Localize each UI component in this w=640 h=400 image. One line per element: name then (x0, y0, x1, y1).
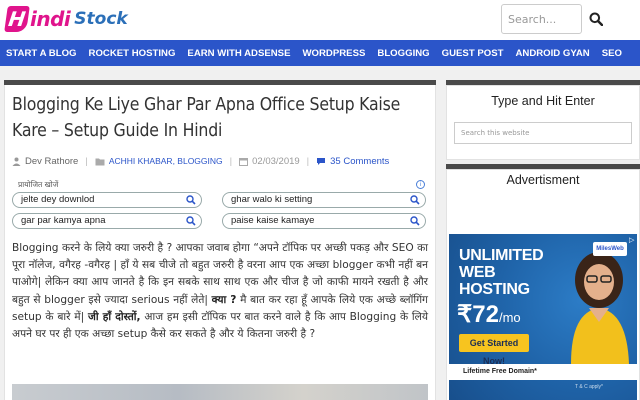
ad-brand-logo: MilesWeb (593, 242, 627, 256)
related-search-text: gar par kamya apna (21, 215, 106, 226)
logo-hindi-text: indi (30, 7, 71, 31)
related-search-text: ghar walo ki setting (231, 194, 313, 205)
related-search-text: paise kaise kamaye (231, 215, 315, 226)
ad-headline-line2: WEB (459, 264, 496, 281)
sidebar-ad-title: Advertisment (506, 173, 580, 187)
article-question: क्या ? (211, 293, 237, 306)
nav-item-earn-with-adsense[interactable]: EARN WITH ADSENSE (181, 48, 296, 59)
article-date: 02/03/2019 (252, 155, 300, 167)
article-body: Blogging करने के लिये क्या जरुरी है ? आप… (12, 240, 428, 343)
search-icon (410, 216, 420, 231)
related-search-pill[interactable]: paise kaise kamaye (222, 213, 426, 229)
related-searches-label: प्रायोजित खोजें (18, 180, 59, 189)
logo-stock-text: Stock (74, 9, 128, 29)
search-icon (410, 195, 420, 210)
article-meta: Dev Rathore | ACHHI KHABAR, BLOGGING | 0… (12, 154, 432, 168)
article-image (12, 384, 428, 400)
header-search-button[interactable] (584, 6, 608, 32)
meta-separator: | (85, 155, 88, 167)
comments-icon (316, 157, 326, 166)
ad-terms: T & C apply* (575, 384, 603, 390)
site-header: H indi Stock (0, 0, 640, 40)
related-search-pill[interactable]: jelte dey downlod (12, 192, 202, 208)
ad-offer-strip: Lifetime Free Domain* (449, 364, 637, 380)
ad-person-image (571, 252, 629, 364)
site-logo[interactable]: H indi Stock (4, 4, 128, 34)
sidebar-search-title: Type and Hit Enter (491, 94, 595, 108)
related-search-pill[interactable]: gar par kamya apna (12, 213, 202, 229)
article-top-border (4, 80, 436, 85)
ad-cta-button[interactable]: Get Started Now! (459, 334, 529, 366)
comments-link[interactable]: 35 Comments (330, 156, 389, 167)
header-search-input[interactable] (501, 4, 582, 34)
info-icon[interactable]: i (416, 180, 425, 189)
nav-item-guest-post[interactable]: GUEST POST (436, 48, 510, 59)
ad-headline-line1: UNLIMITED (459, 247, 544, 264)
nav-item-android-gyan[interactable]: ANDROID GYAN (509, 48, 595, 59)
article-title[interactable]: Blogging Ke Liye Ghar Par Apna Office Se… (12, 92, 428, 144)
search-icon (186, 216, 196, 231)
article-categories[interactable]: ACHHI KHABAR, BLOGGING (109, 156, 223, 166)
calendar-icon (239, 157, 249, 166)
article-friends-emphasis: जी हाँ दोस्तों, (88, 310, 141, 323)
search-icon (186, 195, 196, 210)
related-searches: प्रायोजित खोजें i jelte dey downlod ghar… (12, 180, 426, 232)
logo-badge: H (4, 6, 30, 32)
author-icon (12, 157, 21, 166)
ad-price-value: ₹72 (457, 301, 499, 328)
nav-item-wordpress[interactable]: WORDPRESS (296, 48, 371, 59)
meta-separator: | (229, 155, 233, 167)
folder-icon (95, 157, 105, 166)
sidebar-search-input[interactable] (454, 122, 632, 144)
ad-price: ₹72/mo (457, 300, 521, 329)
author-name[interactable]: Dev Rathore (25, 156, 78, 167)
ad-headline-line3: HOSTING (459, 281, 530, 298)
search-icon (589, 12, 603, 26)
hosting-advertisement[interactable]: MilesWeb ▷ UNLIMITED WEB HOSTING ₹72/mo … (449, 234, 637, 400)
main-nav: START A BLOG ROCKET HOSTING EARN WITH AD… (0, 40, 640, 66)
ad-price-unit: /mo (498, 310, 521, 325)
nav-item-blogging[interactable]: BLOGGING (371, 48, 435, 59)
related-search-pill[interactable]: ghar walo ki setting (222, 192, 426, 208)
meta-separator: | (306, 155, 310, 167)
nav-item-seo[interactable]: SEO (596, 48, 628, 59)
ad-choices-icon[interactable]: ▷ (629, 236, 634, 244)
nav-item-rocket-hosting[interactable]: ROCKET HOSTING (83, 48, 182, 59)
nav-item-start-a-blog[interactable]: START A BLOG (0, 48, 83, 59)
related-search-text: jelte dey downlod (21, 194, 95, 205)
